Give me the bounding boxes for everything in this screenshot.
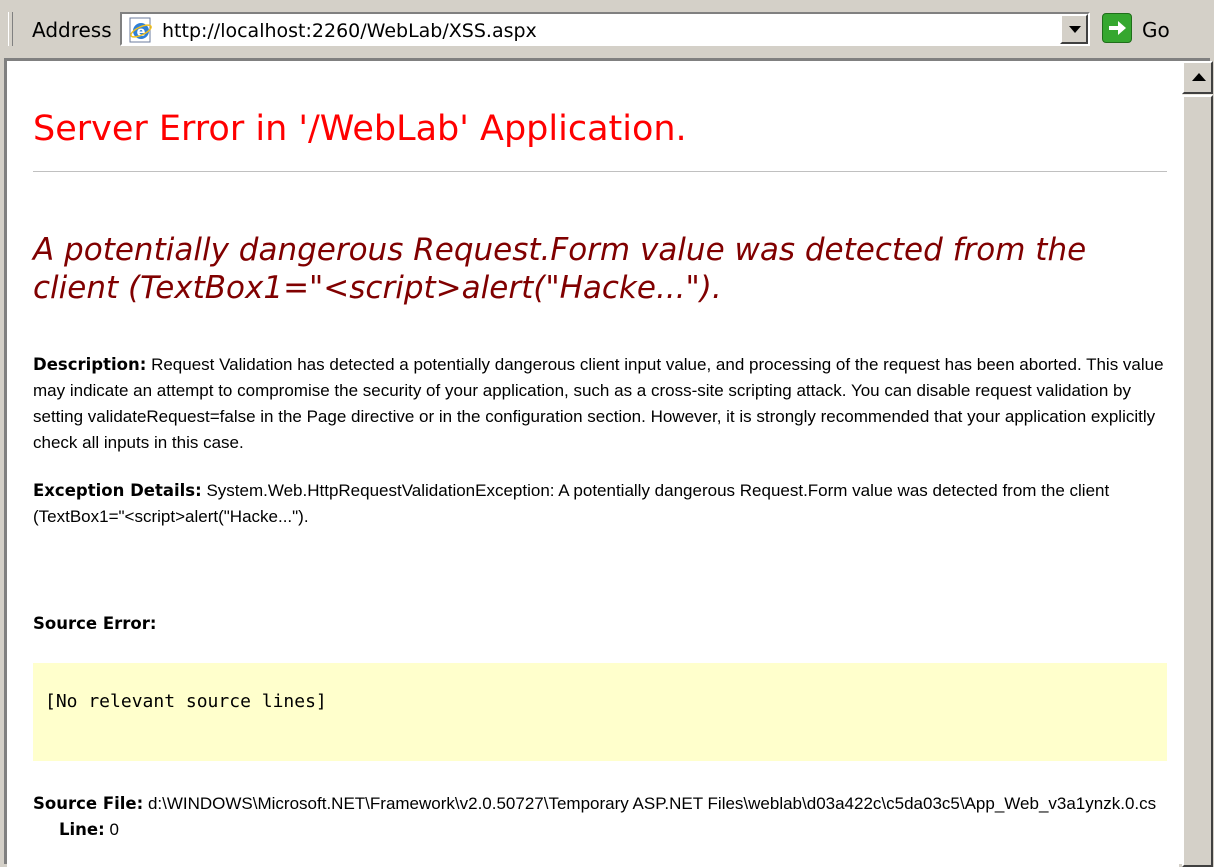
go-button-label[interactable]: Go [1142, 18, 1170, 42]
address-label: Address [32, 18, 112, 42]
error-headline: A potentially dangerous Request.Form val… [33, 232, 1087, 306]
source-code-box: [No relevant source lines] [33, 663, 1167, 761]
browser-viewport: Server Error in '/WebLab' Application. A… [4, 58, 1213, 867]
exception-label: Exception Details: [33, 481, 202, 500]
address-dropdown-button[interactable] [1060, 14, 1088, 44]
description-section: Description: Request Validation has dete… [33, 352, 1173, 456]
chevron-down-icon [1069, 26, 1081, 33]
page-content: Server Error in '/WebLab' Application. A… [7, 61, 1179, 867]
page-title: Server Error in '/WebLab' Application. [33, 109, 687, 149]
source-file-section: Source File: d:\WINDOWS\Microsoft.NET\Fr… [33, 791, 1173, 843]
url-text[interactable]: http://localhost:2260/WebLab/XSS.aspx [162, 20, 537, 42]
address-field[interactable]: e http://localhost:2260/WebLab/XSS.aspx [120, 12, 1090, 46]
go-arrow-icon[interactable] [1102, 13, 1132, 43]
toolbar-grip[interactable] [8, 12, 13, 46]
vertical-scrollbar[interactable] [1182, 61, 1213, 867]
exception-section: Exception Details: System.Web.HttpReques… [33, 478, 1173, 530]
title-divider [33, 171, 1167, 172]
source-error-section: Source Error: [33, 611, 1173, 637]
scroll-up-button[interactable] [1182, 61, 1213, 94]
line-label: Line: [59, 820, 105, 839]
source-code-text: [No relevant source lines] [45, 691, 327, 712]
address-toolbar: Address e http://localhost:2260/WebLab/X… [0, 0, 1214, 56]
description-label: Description: [33, 355, 147, 374]
scroll-up-arrow-icon [1192, 73, 1206, 81]
source-file-path: d:\WINDOWS\Microsoft.NET\Framework\v2.0.… [147, 794, 1157, 813]
line-value: 0 [109, 820, 119, 839]
scroll-thumb[interactable] [1182, 95, 1213, 867]
source-error-label: Source Error: [33, 614, 157, 633]
source-file-label: Source File: [33, 794, 144, 813]
ie-page-icon: e [129, 17, 152, 43]
description-text: Request Validation has detected a potent… [33, 355, 1164, 452]
